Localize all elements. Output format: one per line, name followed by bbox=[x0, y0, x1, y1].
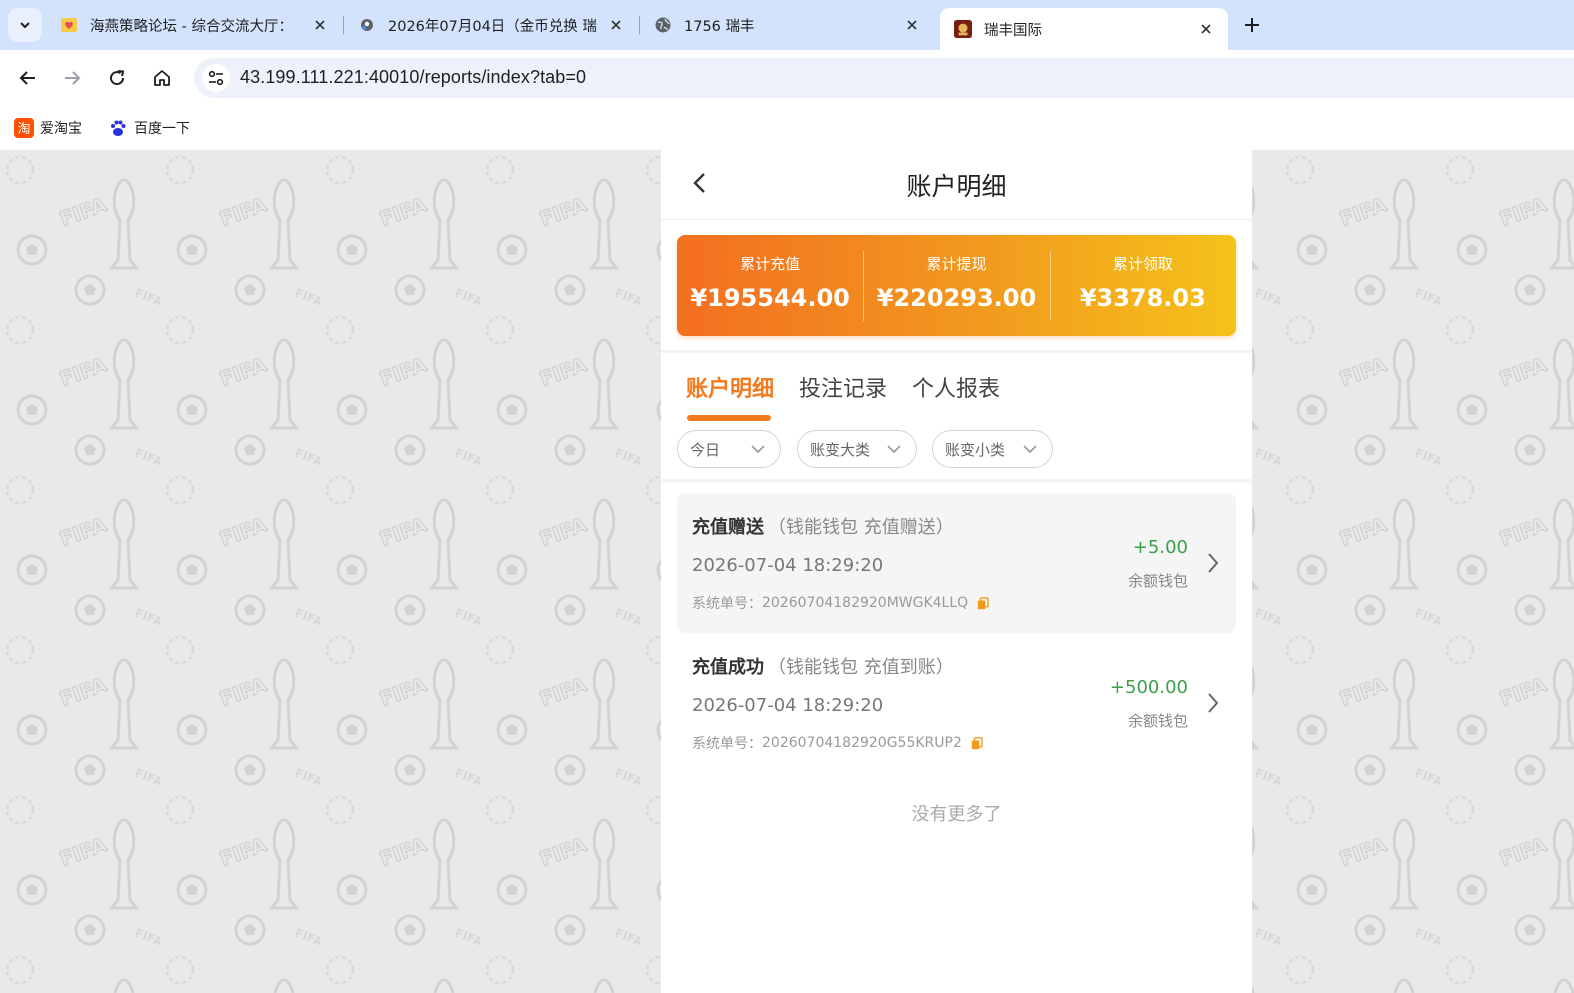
record-time: 2026-07-04 18:29:20 bbox=[692, 695, 884, 716]
filter-label: 账变大类 bbox=[810, 440, 871, 459]
arrow-right-icon bbox=[65, 71, 81, 85]
home-icon bbox=[154, 70, 170, 86]
chevron-down-icon bbox=[20, 22, 30, 29]
plus-icon bbox=[1245, 18, 1259, 32]
summary-total-claimed: 累计领取 ¥3378.03 bbox=[1049, 235, 1236, 336]
chevron-down-icon bbox=[751, 445, 765, 454]
record-type: 充值赠送 bbox=[692, 517, 764, 538]
tab-bet-records[interactable]: 投注记录 bbox=[799, 371, 887, 403]
record-subtype: （钱能钱包 充值到账） bbox=[768, 657, 954, 678]
bookmark-item[interactable]: 百度一下 bbox=[108, 116, 190, 140]
no-more-text: 没有更多了 bbox=[911, 804, 1002, 825]
chevron-right-icon[interactable] bbox=[1204, 551, 1222, 575]
close-tab-icon[interactable] bbox=[606, 15, 626, 35]
reload-icon bbox=[110, 70, 125, 86]
filter-label: 今日 bbox=[690, 440, 721, 459]
tab-search-button[interactable] bbox=[8, 8, 42, 42]
record-time: 2026-07-04 18:29:20 bbox=[692, 555, 884, 576]
order-number: 20260704182920G55KRUP2 bbox=[762, 735, 962, 751]
forward-button[interactable] bbox=[58, 64, 86, 92]
active-tab-indicator bbox=[687, 415, 771, 421]
record-order: 系统单号： 20260704182920MWGK4LLQ bbox=[692, 593, 989, 613]
summary-value: ¥220293.00 bbox=[876, 284, 1037, 312]
record-item[interactable]: 充值成功 （钱能钱包 充值到账） 2026-07-04 18:29:20 系统单… bbox=[677, 633, 1236, 773]
chevron-down-icon bbox=[887, 445, 901, 454]
bookmarks-bar: 淘 爱淘宝 百度一下 bbox=[0, 106, 1574, 150]
arrow-left-icon bbox=[19, 71, 35, 85]
order-label: 系统单号： bbox=[692, 736, 762, 752]
record-item[interactable]: 充值赠送 （钱能钱包 充值赠送） 2026-07-04 18:29:20 系统单… bbox=[677, 493, 1236, 633]
record-amount: +500.00 bbox=[1109, 677, 1188, 698]
page-title: 账户明细 bbox=[906, 172, 1007, 201]
home-button[interactable] bbox=[148, 64, 176, 92]
filter-bar: 今日 账变大类 账变小类 bbox=[661, 423, 1252, 479]
globe-icon bbox=[654, 16, 672, 34]
tab-personal-report[interactable]: 个人报表 bbox=[912, 371, 1000, 403]
date-filter-select[interactable]: 今日 bbox=[677, 430, 781, 468]
browser-tab-2[interactable]: 2026年07月04日（金币兑换 瑞 bbox=[344, 8, 638, 42]
record-wallet: 余额钱包 bbox=[1127, 712, 1188, 730]
summary-label: 累计提现 bbox=[926, 255, 987, 273]
site-info-button[interactable] bbox=[202, 64, 230, 92]
summary-total-withdraw: 累计提现 ¥220293.00 bbox=[863, 235, 1049, 336]
bookmark-label: 百度一下 bbox=[134, 121, 190, 137]
order-label: 系统单号： bbox=[692, 596, 762, 612]
browser-tab-1[interactable]: 海燕策略论坛 - 综合交流大厅： bbox=[46, 8, 342, 42]
record-tabs: 账户明细 投注记录 个人报表 bbox=[661, 353, 1252, 423]
copy-icon[interactable] bbox=[977, 596, 989, 610]
address-bar[interactable]: 43.199.111.221:40010/reports/index?tab=0 bbox=[194, 58, 1574, 98]
chevron-right-icon[interactable] bbox=[1204, 691, 1222, 715]
close-tab-icon[interactable] bbox=[310, 15, 330, 35]
summary-value: ¥195544.00 bbox=[690, 284, 850, 312]
summary-label: 累计领取 bbox=[1112, 255, 1173, 273]
close-tab-icon[interactable] bbox=[902, 15, 922, 35]
close-tab-icon[interactable] bbox=[1196, 19, 1216, 39]
url-text[interactable]: 43.199.111.221:40010/reports/index?tab=0 bbox=[240, 67, 586, 88]
bookmark-label: 爱淘宝 bbox=[40, 121, 82, 137]
mobile-app-panel: 账户明细 累计充值 ¥195544.00 累计提现 ¥220293.00 累计领… bbox=[661, 150, 1252, 993]
record-type: 充值成功 bbox=[692, 657, 764, 678]
new-tab-button[interactable] bbox=[1240, 13, 1264, 37]
category-filter-select[interactable]: 账变大类 bbox=[797, 430, 917, 468]
browser-tab-title: 海燕策略论坛 - 综合交流大厅： bbox=[90, 18, 293, 35]
record-wallet: 余额钱包 bbox=[1127, 572, 1188, 590]
browser-tab-title: 1756 瑞丰 bbox=[684, 18, 755, 35]
bookmark-item[interactable]: 淘 爱淘宝 bbox=[14, 116, 82, 140]
globe-pin-icon bbox=[358, 16, 376, 34]
record-subtype: （钱能钱包 充值赠送） bbox=[768, 517, 954, 538]
app-header: 账户明细 bbox=[661, 150, 1252, 220]
browser-toolbar: 43.199.111.221:40010/reports/index?tab=0 bbox=[0, 50, 1574, 106]
summary-value: ¥3378.03 bbox=[1079, 284, 1206, 312]
heart-folder-icon bbox=[60, 16, 78, 34]
back-button[interactable] bbox=[14, 64, 42, 92]
svg-text:淘: 淘 bbox=[17, 122, 30, 137]
taobao-icon: 淘 bbox=[14, 118, 34, 138]
summary-total-recharge: 累计充值 ¥195544.00 bbox=[677, 235, 863, 336]
record-amount: +5.00 bbox=[1132, 537, 1188, 558]
subcategory-filter-select[interactable]: 账变小类 bbox=[932, 430, 1053, 468]
browser-tab-active[interactable]: 瑞丰国际 bbox=[940, 8, 1228, 50]
browser-tab-3[interactable]: 1756 瑞丰 bbox=[640, 8, 934, 42]
copy-icon[interactable] bbox=[971, 736, 983, 750]
reload-button[interactable] bbox=[103, 64, 131, 92]
browser-tab-title: 2026年07月04日（金币兑换 瑞 bbox=[388, 18, 597, 35]
ruifeng-logo-icon bbox=[954, 20, 972, 38]
summary-card: 累计充值 ¥195544.00 累计提现 ¥220293.00 累计领取 ¥33… bbox=[677, 235, 1236, 336]
filter-label: 账变小类 bbox=[945, 440, 1006, 459]
tab-account-details[interactable]: 账户明细 bbox=[686, 371, 774, 403]
record-order: 系统单号： 20260704182920G55KRUP2 bbox=[692, 733, 983, 753]
browser-tab-title: 瑞丰国际 bbox=[984, 22, 1042, 39]
browser-tabstrip: 海燕策略论坛 - 综合交流大厅： 2026年07月04日（金币兑换 瑞 1756… bbox=[0, 0, 1574, 50]
chevron-down-icon bbox=[1023, 445, 1037, 454]
order-number: 20260704182920MWGK4LLQ bbox=[762, 595, 969, 611]
summary-label: 累计充值 bbox=[740, 255, 801, 273]
tune-icon bbox=[208, 70, 224, 86]
baidu-paw-icon bbox=[108, 118, 128, 138]
